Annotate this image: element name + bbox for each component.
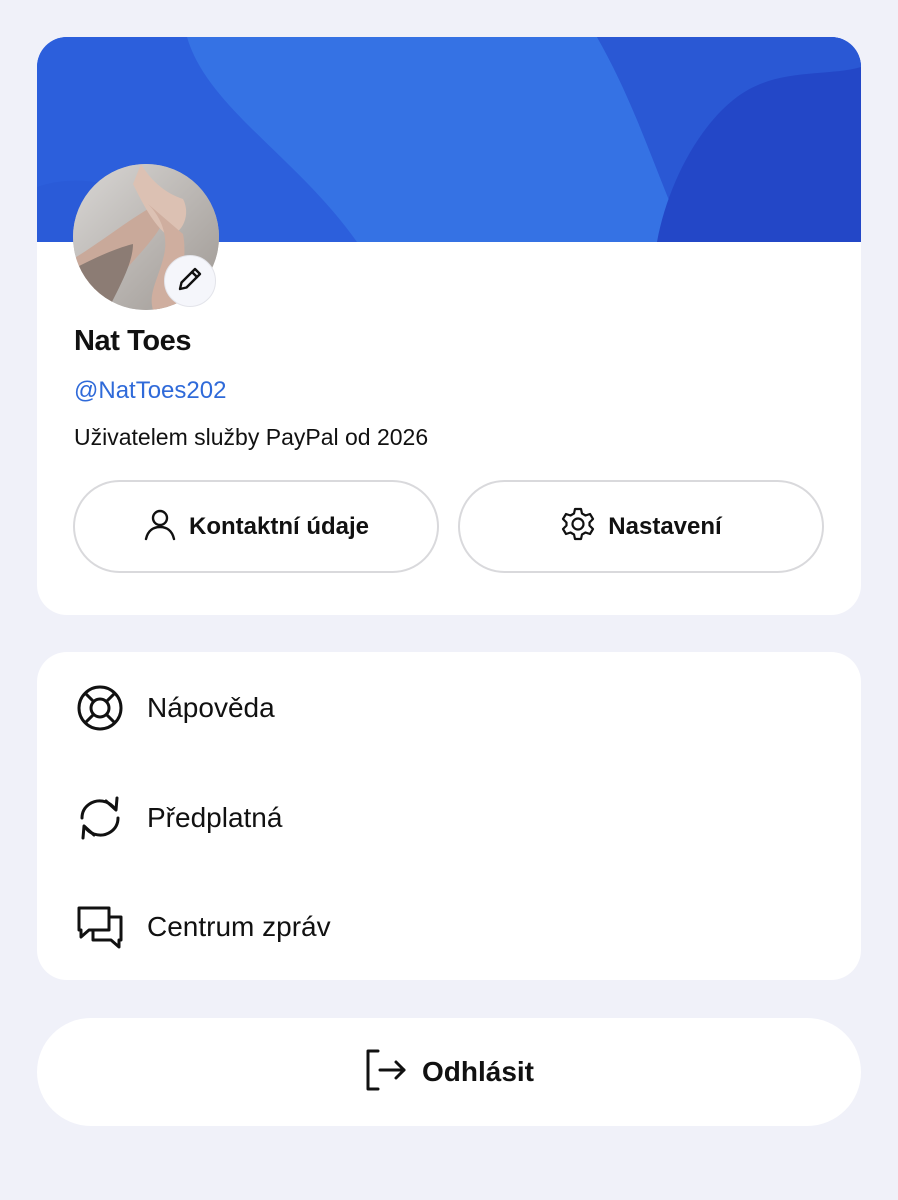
logout-label: Odhlásit bbox=[421, 1056, 534, 1087]
settings-label: Nastavení bbox=[608, 512, 722, 540]
menu-item-message-center[interactable]: Centrum zpráv bbox=[37, 882, 861, 972]
menu-item-subscriptions[interactable]: Předplatná bbox=[37, 773, 861, 863]
menu-item-help[interactable]: Nápověda bbox=[37, 663, 861, 753]
edit-avatar-button[interactable] bbox=[164, 255, 216, 307]
pencil-icon bbox=[175, 264, 205, 299]
lifebuoy-icon bbox=[75, 683, 125, 733]
menu-card: Nápověda Předplatná Centrum zpráv bbox=[37, 652, 861, 980]
settings-button[interactable]: Nastavení bbox=[458, 480, 824, 573]
chat-bubbles-icon bbox=[75, 902, 125, 952]
profile-card: Nat Toes @NatToes202 Uživatelem služby P… bbox=[37, 37, 861, 615]
menu-item-label: Nápověda bbox=[147, 692, 275, 723]
gear-icon bbox=[560, 506, 596, 547]
contact-details-label: Kontaktní údaje bbox=[188, 512, 369, 540]
profile-handle: @NatToes202 bbox=[74, 377, 227, 404]
person-icon bbox=[143, 507, 177, 546]
profile-name: Nat Toes bbox=[74, 325, 192, 357]
menu-item-label: Předplatná bbox=[147, 802, 283, 833]
logout-button[interactable]: Odhlásit bbox=[37, 1018, 861, 1126]
logout-icon bbox=[364, 1048, 408, 1097]
refresh-icon bbox=[75, 793, 125, 843]
menu-item-label: Centrum zpráv bbox=[147, 911, 331, 942]
contact-details-button[interactable]: Kontaktní údaje bbox=[73, 480, 439, 573]
member-since-text: Uživatelem služby PayPal od 2026 bbox=[74, 424, 429, 450]
